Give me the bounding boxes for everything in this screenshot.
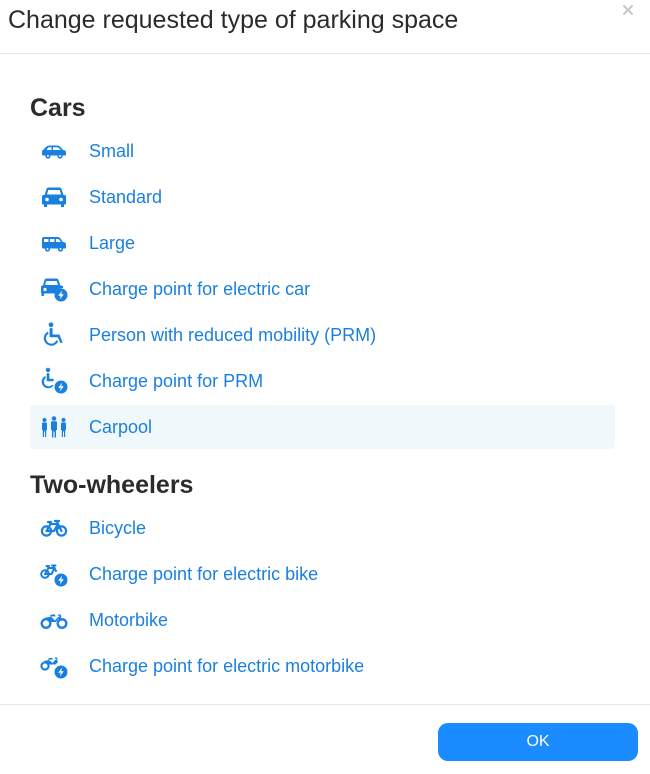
dialog-body: Cars Small Standard Large Charge point f…: [0, 54, 650, 704]
option-label: Charge point for electric motorbike: [89, 656, 365, 676]
section-title-two-wheelers: Two-wheelers: [30, 471, 194, 499]
option-electric-motorbike[interactable]: Charge point for electric motorbike: [30, 644, 615, 688]
section-title-cars: Cars: [30, 94, 86, 122]
parking-type-dialog: Change requested type of parking space C…: [0, 0, 650, 774]
standard-car-icon: [40, 183, 68, 211]
option-label: Standard: [89, 187, 163, 207]
option-label: Large: [89, 233, 136, 253]
bicycle-icon: [40, 514, 68, 542]
option-electric-prm[interactable]: Charge point for PRM: [30, 359, 615, 403]
option-label: Small: [89, 141, 135, 161]
option-large[interactable]: Large: [30, 221, 615, 265]
large-car-icon: [40, 229, 68, 257]
electric-car-icon: [40, 275, 68, 303]
dialog-title: Change requested type of parking space: [8, 6, 459, 34]
option-label: Motorbike: [89, 610, 169, 630]
electric-wheelchair-icon: [40, 367, 68, 395]
option-electric-car[interactable]: Charge point for electric car: [30, 267, 615, 311]
option-label: Carpool: [89, 417, 153, 437]
option-bicycle[interactable]: Bicycle: [30, 506, 615, 550]
option-standard[interactable]: Standard: [30, 175, 615, 219]
option-label: Charge point for PRM: [89, 371, 264, 391]
option-motorbike[interactable]: Motorbike: [30, 598, 615, 642]
option-label: Bicycle: [89, 518, 147, 538]
option-label: Charge point for electric bike: [89, 564, 319, 584]
ok-button[interactable]: OK: [438, 723, 638, 761]
option-prm[interactable]: Person with reduced mobility (PRM): [30, 313, 615, 357]
option-carpool[interactable]: Carpool: [30, 405, 615, 449]
option-electric-bike[interactable]: Charge point for electric bike: [30, 552, 615, 596]
wheelchair-icon: [40, 321, 68, 349]
option-small[interactable]: Small: [30, 129, 615, 173]
carpool-icon: [40, 413, 68, 441]
dialog-header: Change requested type of parking space: [0, 0, 650, 54]
electric-motorbike-icon: [40, 652, 68, 680]
close-icon[interactable]: [620, 2, 636, 18]
electric-bike-icon: [40, 560, 68, 588]
motorbike-icon: [40, 606, 68, 634]
dialog-footer: OK: [0, 704, 650, 774]
small-car-icon: [40, 137, 68, 165]
option-label: Charge point for electric car: [89, 279, 311, 299]
option-label: Person with reduced mobility (PRM): [89, 325, 377, 345]
